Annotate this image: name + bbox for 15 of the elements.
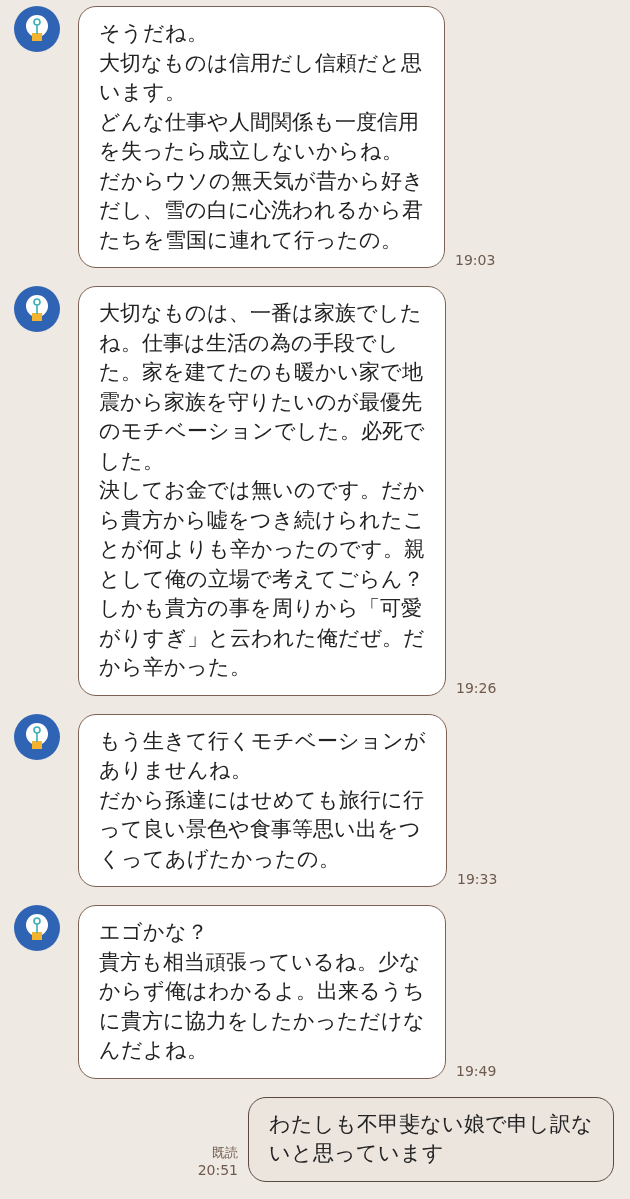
avatar-icon[interactable] xyxy=(14,6,60,52)
message-text: エゴかな？ 貴方も相当頑張っているね。少な からず俺はわかるよ。出来るうち に貴方に協力をしたかっただけな んだよね。 xyxy=(99,919,425,1064)
message-text: わたしも不甲斐ない娘で申し訳な いと思っています xyxy=(269,1110,593,1167)
message-time: 19:49 xyxy=(456,1062,497,1079)
message-text: そうだね。 大切なものは信用だし信頼だと思 います。 どんな仕事や人間関係も一度信用 を失ったら成立しないからね。 だからウソの無天気が昔から好き だし、雪の白に心洗われるから君 たちを雪国に連れて行ったの。 xyxy=(99,20,424,254)
message-time: 20:51 xyxy=(197,1161,238,1178)
message-text: もう生きて行くモチベーションが ありませんね。 だから孫達にはせめても旅行に行 って良い景色や食事等思い出をつ くってあげたかったの。 xyxy=(99,727,426,873)
read-receipt: 既読 xyxy=(212,1143,238,1162)
message-text: 大切なものは、一番は家族でした ね。仕事は生活の為の手段でし た。家を建てたのも暖かい家で地 震から家族を守りたいのが最優先 のモチベーションでした。必死で した。 決してお金では無いのです。だか ら貴方から嘘をつき続けられたこ とが何よりも辛かったのです。親 として俺の立場で考えてごらん？ しかも貴方の事を周りから「可愛 がりすぎ」と云われた俺だぜ。だ から辛かった。 xyxy=(99,300,425,681)
avatar-icon[interactable] xyxy=(14,713,60,760)
avatar-icon[interactable] xyxy=(14,286,60,332)
message-time: 19:03 xyxy=(455,252,496,268)
message-time: 19:26 xyxy=(456,679,497,696)
avatar-icon[interactable] xyxy=(14,905,60,951)
message-time: 19:33 xyxy=(457,871,498,887)
